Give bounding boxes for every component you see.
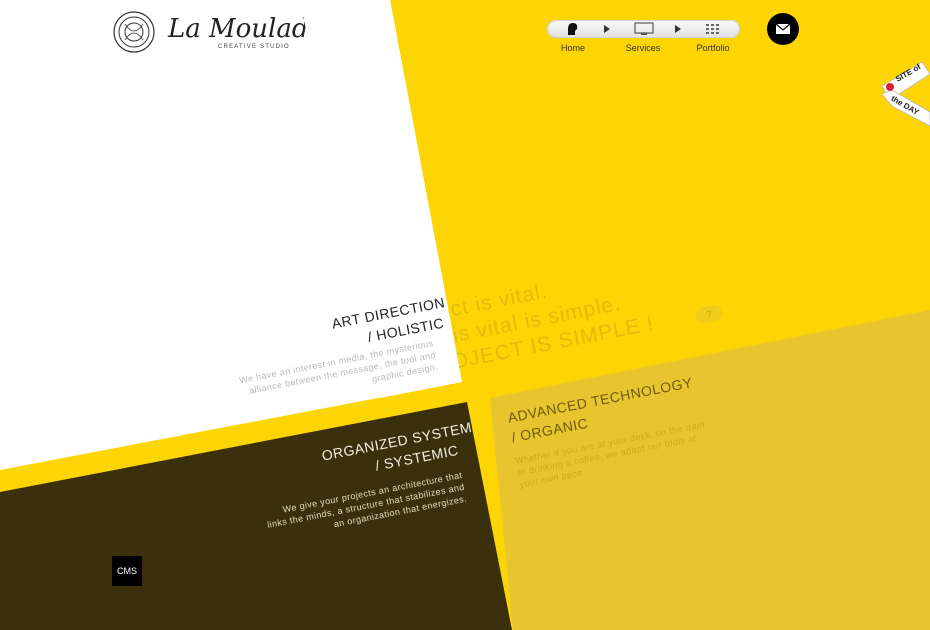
nav-services-label[interactable]: Services — [608, 43, 678, 53]
grid-icon — [706, 24, 719, 34]
nav-portfolio-button[interactable] — [706, 23, 720, 41]
logo-mark[interactable] — [112, 10, 156, 54]
nav-portfolio-label[interactable]: Portfolio — [678, 43, 748, 53]
contact-mail-button[interactable] — [767, 13, 799, 45]
arrow-right-icon — [675, 25, 681, 33]
mail-icon — [775, 23, 791, 34]
brand-subtitle: CREATIVE STUDIO — [218, 44, 290, 50]
brand-name[interactable]: La Moulade — [168, 14, 324, 44]
monitor-icon — [634, 22, 654, 35]
arrow-right-icon — [604, 25, 610, 33]
site-of-the-day-badge[interactable]: SITE of the DAY — [880, 60, 930, 140]
cms-button[interactable]: CMS — [112, 556, 142, 586]
head-silhouette-icon — [568, 23, 578, 35]
logo-emblem-icon — [113, 11, 155, 53]
nav-home-label[interactable]: Home — [538, 43, 608, 53]
nav-home-button[interactable] — [565, 22, 579, 41]
nav-services-button[interactable] — [634, 22, 654, 41]
